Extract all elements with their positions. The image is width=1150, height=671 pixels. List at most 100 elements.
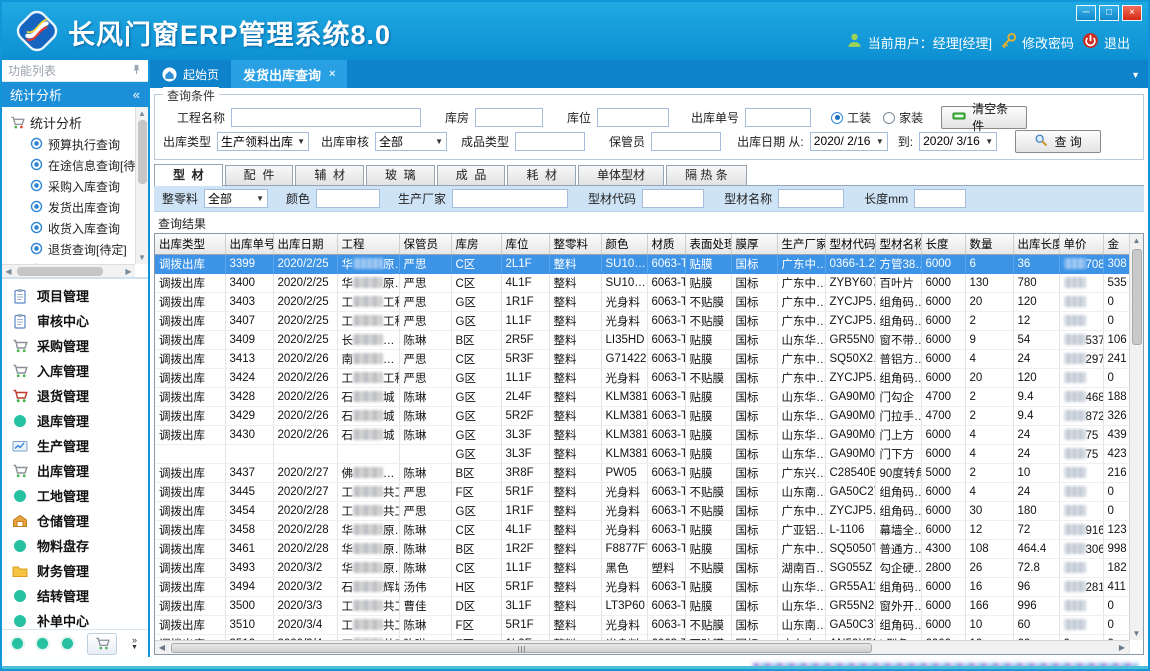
- column-header[interactable]: 生产厂家: [777, 234, 825, 255]
- sidebar-item-10[interactable]: 物料盘存: [2, 533, 148, 558]
- column-header[interactable]: 膜厚: [731, 234, 777, 255]
- out-type-select[interactable]: 生产领料出库▼: [217, 132, 309, 151]
- warehouse-input[interactable]: [475, 108, 543, 127]
- column-header[interactable]: 出库长度: [1013, 234, 1059, 255]
- column-header[interactable]: 金: [1103, 234, 1129, 255]
- cart-module-button[interactable]: [87, 633, 117, 655]
- tabbar-chevron-down-icon[interactable]: ▼: [1131, 70, 1140, 80]
- column-header[interactable]: 工程: [337, 234, 399, 255]
- column-header[interactable]: 保管员: [399, 234, 451, 255]
- length-input[interactable]: [914, 189, 966, 208]
- tab-1[interactable]: 发货出库查询×: [231, 60, 347, 88]
- date-from-picker[interactable]: 2020/ 2/16▼: [810, 132, 888, 151]
- column-header[interactable]: 材质: [647, 234, 685, 255]
- table-row[interactable]: 调拨出库34372020/2/27佛…陈琳B区3R8F整料PW056063-T5…: [155, 464, 1129, 483]
- material-tab-5[interactable]: 耗 材: [507, 165, 576, 185]
- sidebar-item-5[interactable]: 退库管理: [2, 408, 148, 433]
- module-dot-icon[interactable]: [37, 638, 48, 649]
- tree-vscrollbar[interactable]: ▲ ▼: [135, 107, 148, 264]
- column-header[interactable]: 颜色: [601, 234, 647, 255]
- sidebar-item-0[interactable]: 项目管理: [2, 283, 148, 308]
- column-header[interactable]: 表面处理: [685, 234, 731, 255]
- material-tab-7[interactable]: 隔 热 条: [666, 165, 747, 185]
- table-row[interactable]: 调拨出库34072020/2/25工工程严思G区1L1F整料光身料6063-T5…: [155, 312, 1129, 331]
- maker-input[interactable]: [452, 189, 568, 208]
- maximize-button[interactable]: □: [1099, 5, 1119, 21]
- tree-item-0[interactable]: 预算执行查询: [10, 134, 134, 155]
- table-row[interactable]: 调拨出库34002020/2/25华原…严思C区4L1F整料SU10…6063-…: [155, 274, 1129, 293]
- profile-name-input[interactable]: [778, 189, 844, 208]
- material-tab-1[interactable]: 配 件: [225, 165, 294, 185]
- table-row[interactable]: 调拨出库34932020/3/2华原…陈琳C区1L1F整料黑色塑料不贴膜国标湖南…: [155, 559, 1129, 578]
- column-header[interactable]: 单价: [1059, 234, 1103, 255]
- location-input[interactable]: [597, 108, 669, 127]
- table-row[interactable]: 调拨出库33992020/2/25华原…严思C区2L1F整料SU10…6063-…: [155, 255, 1129, 274]
- profile-code-input[interactable]: [642, 189, 704, 208]
- table-hscrollbar[interactable]: ◀ ▶: [155, 640, 1129, 654]
- change-password-link[interactable]: 修改密码: [1000, 32, 1074, 52]
- table-row[interactable]: 调拨出库34942020/3/2石辉城汤伟H区5R1F整料光身料6063-T5贴…: [155, 578, 1129, 597]
- sidebar-item-13[interactable]: 补单中心: [2, 608, 148, 629]
- sidebar-item-11[interactable]: 财务管理: [2, 558, 148, 583]
- keeper-input[interactable]: [651, 132, 721, 151]
- sidebar-item-8[interactable]: 工地管理: [2, 483, 148, 508]
- column-header[interactable]: 型材代码: [825, 234, 875, 255]
- tree-item-2[interactable]: 采购入库查询: [10, 176, 134, 197]
- table-row[interactable]: 调拨出库34582020/2/28华原…陈琳C区4L1F整料光身料6063-T5…: [155, 521, 1129, 540]
- audit-select[interactable]: 全部▼: [375, 132, 447, 151]
- table-row[interactable]: 调拨出库34092020/2/25长…陈琳B区2R5F整料LI35HD6063-…: [155, 331, 1129, 350]
- clear-conditions-button[interactable]: 清空条件: [941, 106, 1027, 129]
- sidebar-item-7[interactable]: 出库管理: [2, 458, 148, 483]
- table-row[interactable]: 调拨出库34032020/2/25工工程严思G区1R1F整料光身料6063-T5…: [155, 293, 1129, 312]
- column-header[interactable]: 库房: [451, 234, 501, 255]
- pin-icon[interactable]: [131, 64, 142, 78]
- table-row[interactable]: 调拨出库35102020/3/4工共工程陈琳F区5R1F整料光身料6063-T5…: [155, 616, 1129, 635]
- table-row[interactable]: 调拨出库34452020/2/27工共工程严思F区5R1F整料光身料6063-T…: [155, 483, 1129, 502]
- table-row[interactable]: 调拨出库34612020/2/28华原…陈琳B区1R2F整料F8877FT606…: [155, 540, 1129, 559]
- column-header[interactable]: 出库类型: [155, 234, 225, 255]
- sidebar-item-2[interactable]: 采购管理: [2, 333, 148, 358]
- sidebar-item-3[interactable]: 入库管理: [2, 358, 148, 383]
- column-header[interactable]: 整零料: [549, 234, 601, 255]
- project-name-input[interactable]: [231, 108, 421, 127]
- material-tab-3[interactable]: 玻 璃: [366, 165, 435, 185]
- date-to-picker[interactable]: 2020/ 3/16▼: [919, 132, 997, 151]
- close-button[interactable]: ×: [1122, 5, 1142, 21]
- table-row[interactable]: 调拨出库35002020/3/3工共工程曹佳D区3L1F整料LT3P606063…: [155, 597, 1129, 616]
- tree-item-5[interactable]: 退货查询[待定]: [10, 239, 134, 260]
- tree-hscrollbar[interactable]: ◀ ▶: [2, 264, 135, 277]
- tree-item-3[interactable]: 发货出库查询: [10, 197, 134, 218]
- column-header[interactable]: 出库日期: [273, 234, 337, 255]
- color-input[interactable]: [316, 189, 380, 208]
- column-header[interactable]: 数量: [965, 234, 1013, 255]
- radio-work-wear[interactable]: 工装: [831, 109, 871, 126]
- search-button[interactable]: 查 询: [1015, 130, 1101, 153]
- minimize-button[interactable]: ─: [1076, 5, 1096, 21]
- sidebar-item-4[interactable]: 退货管理: [2, 383, 148, 408]
- material-tab-6[interactable]: 单体型材: [578, 165, 664, 185]
- table-row[interactable]: G区3L3F整料KLM38176063-T5贴膜国标山东华…GA90M09.门下…: [155, 445, 1129, 464]
- table-row[interactable]: 调拨出库34302020/2/26石城陈琳G区3L3F整料KLM38176063…: [155, 426, 1129, 445]
- collapse-icon[interactable]: «: [133, 87, 140, 102]
- sidebar-item-12[interactable]: 结转管理: [2, 583, 148, 608]
- table-row[interactable]: 调拨出库34292020/2/26石城陈琳G区5R2F整料KLM38176063…: [155, 407, 1129, 426]
- table-vscrollbar[interactable]: ▲ ▼: [1129, 234, 1143, 640]
- order-no-input[interactable]: [745, 108, 811, 127]
- tab-0[interactable]: 起始页: [150, 60, 231, 88]
- radio-home-wear[interactable]: 家装: [883, 109, 923, 126]
- section-header-statistics[interactable]: 统计分析 «: [2, 82, 148, 107]
- tree-root-statistics[interactable]: 统计分析: [10, 111, 134, 134]
- tab-close-icon[interactable]: ×: [329, 68, 335, 80]
- more-modules-chevron[interactable]: » ▼: [131, 637, 138, 651]
- material-tab-4[interactable]: 成 品: [437, 165, 506, 185]
- material-tab-0[interactable]: 型 材: [154, 164, 223, 186]
- tree-item-1[interactable]: 在途信息查询[待: [10, 155, 134, 176]
- column-header[interactable]: 库位: [501, 234, 549, 255]
- column-header[interactable]: 出库单号: [225, 234, 273, 255]
- sidebar-item-9[interactable]: 仓储管理: [2, 508, 148, 533]
- table-header-row[interactable]: 出库类型出库单号出库日期工程保管员库房库位整零料颜色材质表面处理膜厚生产厂家型材…: [155, 234, 1129, 255]
- material-tab-2[interactable]: 辅 材: [295, 165, 364, 185]
- table-row[interactable]: 调拨出库34542020/2/28工共工程严思G区1R1F整料光身料6063-T…: [155, 502, 1129, 521]
- whole-part-select[interactable]: 全部▼: [204, 189, 268, 208]
- tree-item-4[interactable]: 收货入库查询: [10, 218, 134, 239]
